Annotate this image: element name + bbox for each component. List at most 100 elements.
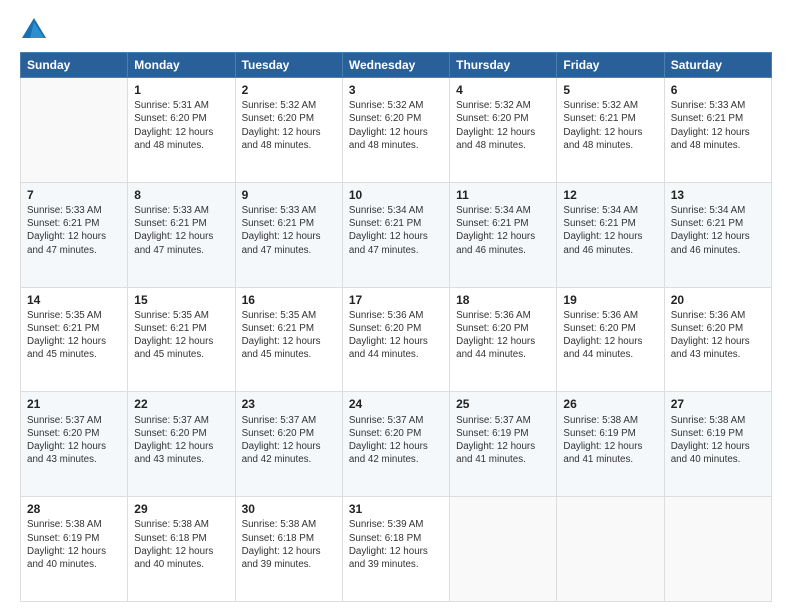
day-number: 6 [671, 82, 765, 98]
day-number: 7 [27, 187, 121, 203]
day-number: 11 [456, 187, 550, 203]
day-number: 30 [242, 501, 336, 517]
calendar-header-wednesday: Wednesday [342, 53, 449, 78]
calendar-cell: 13Sunrise: 5:34 AMSunset: 6:21 PMDayligh… [664, 182, 771, 287]
calendar-table: SundayMondayTuesdayWednesdayThursdayFrid… [20, 52, 772, 602]
day-number: 16 [242, 292, 336, 308]
calendar-week-row: 7 Sunrise: 5:33 AMSunset: 6:21 PMDaylight… [21, 182, 772, 287]
calendar-cell: 7Sunrise: 5:33 AMSunset: 6:21 PMDaylight… [21, 182, 128, 287]
calendar-cell: 11Sunrise: 5:34 AMSunset: 6:21 PMDayligh… [450, 182, 557, 287]
calendar-cell: 2Sunrise: 5:32 AMSunset: 6:20 PMDaylight… [235, 78, 342, 183]
day-number: 5 [563, 82, 657, 98]
calendar-header-friday: Friday [557, 53, 664, 78]
calendar-cell: 27 Sunrise: 5:38 AMSunset: 6:19 PMDayligh… [664, 392, 771, 497]
calendar-header-tuesday: Tuesday [235, 53, 342, 78]
day-info: Sunrise: 5:33 AMSunset: 6:21 PMDaylight:… [671, 99, 765, 152]
day-info: Sunrise: 5:37 AMSunset: 6:20 PMDaylight:… [134, 414, 228, 467]
day-info: Sunrise: 5:38 AMSunset: 6:18 PMDaylight:… [242, 518, 336, 571]
day-number: 22 [134, 396, 228, 412]
day-number: 28 [27, 501, 121, 517]
calendar-cell: 30Sunrise: 5:38 AMSunset: 6:18 PMDayligh… [235, 497, 342, 602]
day-number: 4 [456, 82, 550, 98]
calendar-cell: 31Sunrise: 5:39 AMSunset: 6:18 PMDayligh… [342, 497, 449, 602]
calendar-cell: 5Sunrise: 5:32 AMSunset: 6:21 PMDaylight… [557, 78, 664, 183]
day-info: Sunrise: 5:38 AMSunset: 6:19 PMDaylight:… [671, 414, 765, 467]
day-number: 31 [349, 501, 443, 517]
calendar-cell: 10Sunrise: 5:34 AMSunset: 6:21 PMDayligh… [342, 182, 449, 287]
calendar-cell: 21Sunrise: 5:37 AMSunset: 6:20 PMDayligh… [21, 392, 128, 497]
day-info: Sunrise: 5:36 AMSunset: 6:20 PMDaylight:… [563, 309, 657, 362]
day-number: 29 [134, 501, 228, 517]
calendar-header-thursday: Thursday [450, 53, 557, 78]
logo-area [20, 16, 52, 44]
day-info: Sunrise: 5:32 AMSunset: 6:20 PMDaylight:… [456, 99, 550, 152]
day-info: Sunrise: 5:37 AMSunset: 6:19 PMDaylight:… [456, 414, 550, 467]
day-info: Sunrise: 5:32 AMSunset: 6:20 PMDaylight:… [349, 99, 443, 152]
day-number: 1 [134, 82, 228, 98]
calendar-cell: 20Sunrise: 5:36 AMSunset: 6:20 PMDayligh… [664, 287, 771, 392]
calendar-cell: 25 Sunrise: 5:37 AMSunset: 6:19 PMDayligh… [450, 392, 557, 497]
day-number: 15 [134, 292, 228, 308]
day-number: 13 [671, 187, 765, 203]
day-info: Sunrise: 5:34 AMSunset: 6:21 PMDaylight:… [671, 204, 765, 257]
logo-icon [20, 16, 48, 44]
day-info: Sunrise: 5:34 AMSunset: 6:21 PMDaylight:… [563, 204, 657, 257]
calendar-cell: 22 Sunrise: 5:37 AMSunset: 6:20 PMDayligh… [128, 392, 235, 497]
day-number: 24 [349, 396, 443, 412]
day-info: Sunrise: 5:34 AMSunset: 6:21 PMDaylight:… [456, 204, 550, 257]
calendar-cell [664, 497, 771, 602]
calendar-cell [450, 497, 557, 602]
day-number: 14 [27, 292, 121, 308]
calendar-cell: 9Sunrise: 5:33 AMSunset: 6:21 PMDaylight… [235, 182, 342, 287]
day-number: 26 [563, 396, 657, 412]
day-info: Sunrise: 5:35 AMSunset: 6:21 PMDaylight:… [134, 309, 228, 362]
day-number: 21 [27, 396, 121, 412]
day-number: 2 [242, 82, 336, 98]
day-number: 3 [349, 82, 443, 98]
header [20, 16, 772, 44]
calendar-cell: 29Sunrise: 5:38 AMSunset: 6:18 PMDayligh… [128, 497, 235, 602]
page: SundayMondayTuesdayWednesdayThursdayFrid… [0, 0, 792, 612]
day-info: Sunrise: 5:35 AMSunset: 6:21 PMDaylight:… [242, 309, 336, 362]
day-number: 27 [671, 396, 765, 412]
calendar-week-row: 21 Sunrise: 5:37 AMSunset: 6:20 PMDayligh… [21, 392, 772, 497]
calendar-cell: 17Sunrise: 5:36 AMSunset: 6:20 PMDayligh… [342, 287, 449, 392]
day-info: Sunrise: 5:33 AMSunset: 6:21 PMDaylight:… [242, 204, 336, 257]
day-number: 17 [349, 292, 443, 308]
calendar-cell: 24 Sunrise: 5:37 AMSunset: 6:20 PMDayligh… [342, 392, 449, 497]
day-number: 25 [456, 396, 550, 412]
calendar-header-row: SundayMondayTuesdayWednesdayThursdayFrid… [21, 53, 772, 78]
calendar-cell [21, 78, 128, 183]
day-info: Sunrise: 5:35 AMSunset: 6:21 PMDaylight:… [27, 309, 121, 362]
calendar-cell: 18Sunrise: 5:36 AMSunset: 6:20 PMDayligh… [450, 287, 557, 392]
calendar-cell: 3Sunrise: 5:32 AMSunset: 6:20 PMDaylight… [342, 78, 449, 183]
day-number: 20 [671, 292, 765, 308]
calendar-cell: 14Sunrise: 5:35 AMSunset: 6:21 PMDayligh… [21, 287, 128, 392]
day-info: Sunrise: 5:38 AMSunset: 6:19 PMDaylight:… [27, 518, 121, 571]
day-number: 23 [242, 396, 336, 412]
day-info: Sunrise: 5:37 AMSunset: 6:20 PMDaylight:… [349, 414, 443, 467]
day-info: Sunrise: 5:33 AMSunset: 6:21 PMDaylight:… [134, 204, 228, 257]
calendar-cell: 12Sunrise: 5:34 AMSunset: 6:21 PMDayligh… [557, 182, 664, 287]
day-info: Sunrise: 5:37 AMSunset: 6:20 PMDaylight:… [242, 414, 336, 467]
day-info: Sunrise: 5:36 AMSunset: 6:20 PMDaylight:… [671, 309, 765, 362]
calendar-cell: 23 Sunrise: 5:37 AMSunset: 6:20 PMDayligh… [235, 392, 342, 497]
calendar-cell: 16Sunrise: 5:35 AMSunset: 6:21 PMDayligh… [235, 287, 342, 392]
day-number: 10 [349, 187, 443, 203]
day-info: Sunrise: 5:34 AMSunset: 6:21 PMDaylight:… [349, 204, 443, 257]
calendar-header-monday: Monday [128, 53, 235, 78]
calendar-cell [557, 497, 664, 602]
calendar-cell: 15Sunrise: 5:35 AMSunset: 6:21 PMDayligh… [128, 287, 235, 392]
calendar-cell: 28Sunrise: 5:38 AMSunset: 6:19 PMDayligh… [21, 497, 128, 602]
calendar-header-saturday: Saturday [664, 53, 771, 78]
day-number: 18 [456, 292, 550, 308]
calendar-cell: 19Sunrise: 5:36 AMSunset: 6:20 PMDayligh… [557, 287, 664, 392]
day-info: Sunrise: 5:36 AMSunset: 6:20 PMDaylight:… [456, 309, 550, 362]
calendar-cell: 26Sunrise: 5:38 AMSunset: 6:19 PMDayligh… [557, 392, 664, 497]
day-number: 8 [134, 187, 228, 203]
day-number: 12 [563, 187, 657, 203]
day-info: Sunrise: 5:31 AMSunset: 6:20 PMDaylight:… [134, 99, 228, 152]
day-number: 19 [563, 292, 657, 308]
day-info: Sunrise: 5:36 AMSunset: 6:20 PMDaylight:… [349, 309, 443, 362]
day-info: Sunrise: 5:39 AMSunset: 6:18 PMDaylight:… [349, 518, 443, 571]
